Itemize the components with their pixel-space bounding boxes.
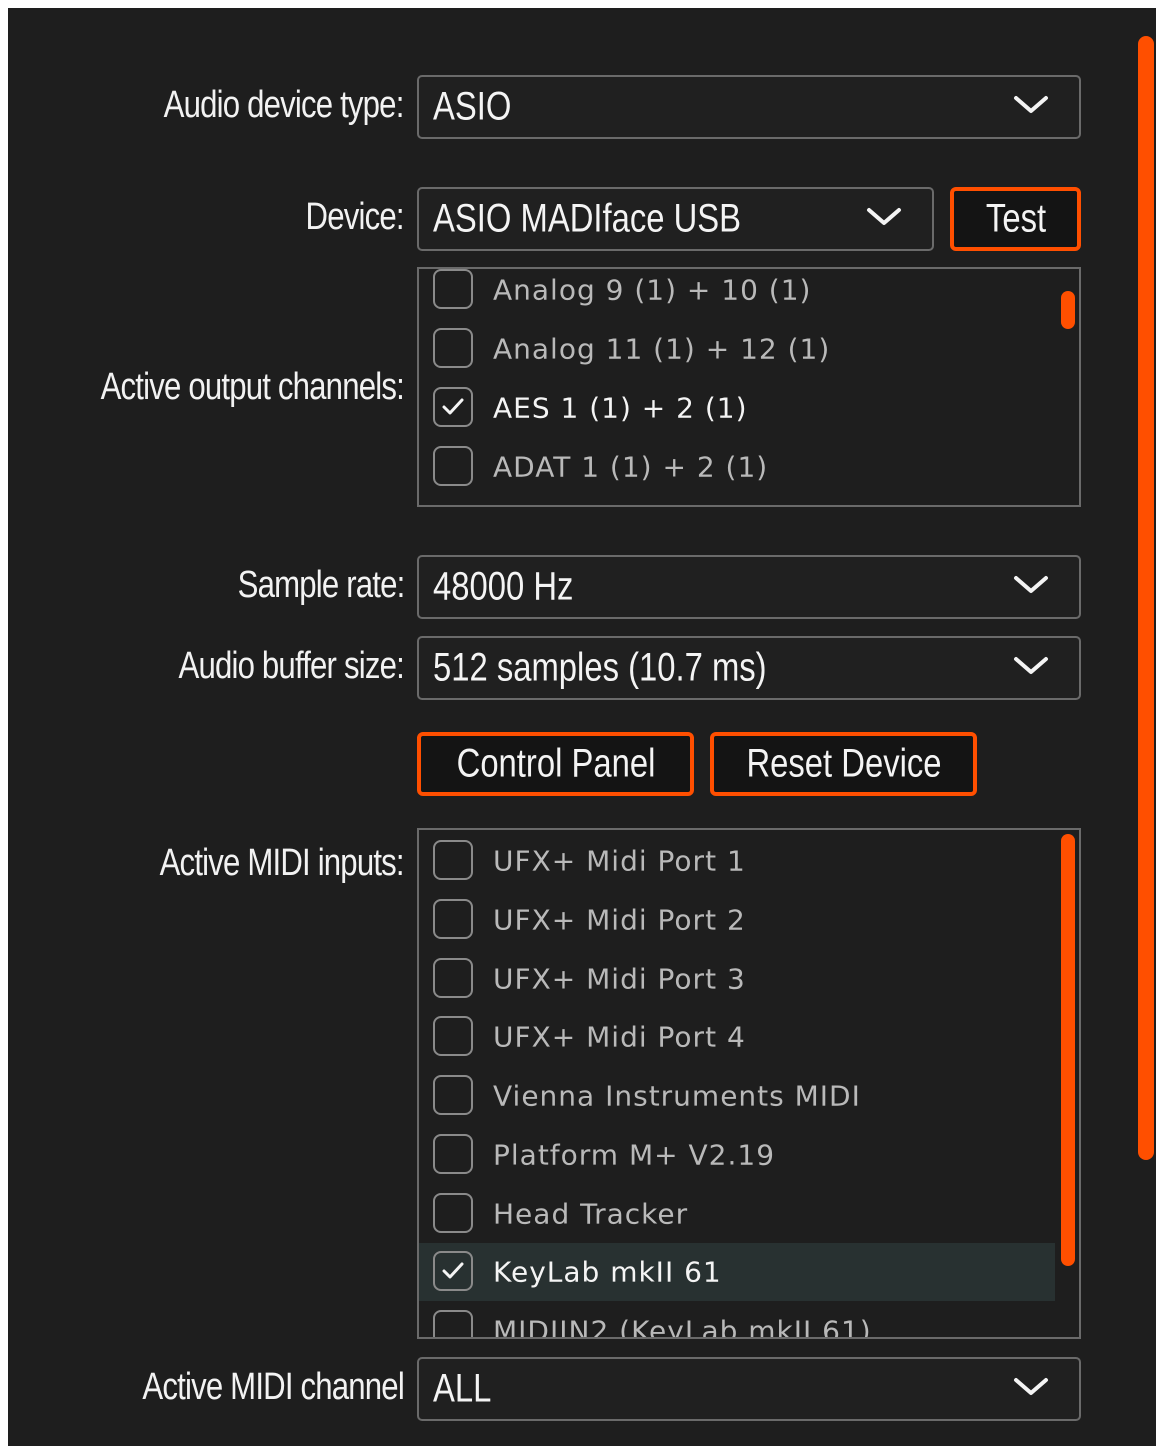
checkbox[interactable] [433, 1193, 473, 1233]
midi-channel-value: ALL [433, 1366, 492, 1411]
output-channels-scrollbar[interactable] [1061, 291, 1075, 329]
checkbox[interactable] [433, 958, 473, 998]
list-item[interactable]: UFX+ Midi Port 3 [419, 950, 1055, 1008]
buffer-size-dropdown[interactable]: 512 samples (10.7 ms) [417, 636, 1081, 700]
list-item-label: Platform M+ V2.19 [493, 1138, 776, 1172]
list-item[interactable]: ADAT 1 (1) + 2 (1) [419, 438, 1055, 496]
checkbox[interactable] [433, 1134, 473, 1174]
checkbox[interactable] [433, 1251, 473, 1291]
buffer-size-label: Audio buffer size: [178, 645, 405, 687]
sample-rate-value: 48000 Hz [433, 564, 574, 609]
checkbox[interactable] [433, 1075, 473, 1115]
chevron-down-icon [1014, 657, 1048, 674]
window-scrollbar[interactable] [1138, 36, 1154, 1160]
checkbox[interactable] [433, 446, 473, 486]
list-item-selected[interactable]: KeyLab mkII 61 [419, 1243, 1055, 1301]
list-item-label: Head Tracker [493, 1197, 689, 1231]
list-item-label: UFX+ Midi Port 3 [493, 962, 746, 996]
device-label: Device: [305, 196, 405, 238]
audio-device-type-dropdown[interactable]: ASIO [417, 75, 1081, 139]
list-item-label: Analog 11 (1) + 12 (1) [493, 332, 831, 366]
chevron-down-icon [1014, 576, 1048, 593]
list-item[interactable]: Vienna Instruments MIDI [419, 1067, 1055, 1125]
buffer-size-value: 512 samples (10.7 ms) [433, 645, 767, 690]
list-item[interactable]: Analog 11 (1) + 12 (1) [419, 320, 1055, 378]
list-item[interactable]: Platform M+ V2.19 [419, 1126, 1055, 1184]
midi-inputs-scrollbar[interactable] [1061, 834, 1075, 1266]
sample-rate-dropdown[interactable]: 48000 Hz [417, 555, 1081, 619]
list-item-label: UFX+ Midi Port 4 [493, 1020, 746, 1054]
midi-channel-dropdown[interactable]: ALL [417, 1357, 1081, 1421]
device-dropdown[interactable]: ASIO MADIface USB [417, 187, 934, 251]
test-button[interactable]: Test [950, 187, 1081, 251]
chevron-down-icon [1014, 1378, 1048, 1395]
output-channels-label: Active output channels: [100, 366, 405, 408]
reset-device-button[interactable]: Reset Device [710, 732, 977, 796]
list-item[interactable]: Analog 9 (1) + 10 (1) [419, 269, 1055, 319]
list-item[interactable]: UFX+ Midi Port 4 [419, 1008, 1055, 1066]
test-button-label: Test [985, 196, 1046, 241]
checkmark-icon [442, 1262, 464, 1279]
midi-channel-label: Active MIDI channel [142, 1366, 404, 1408]
chevron-down-icon [867, 208, 901, 225]
list-item-label: UFX+ Midi Port 2 [493, 903, 746, 937]
checkmark-icon [442, 398, 464, 415]
checkbox[interactable] [433, 328, 473, 368]
checkbox [433, 505, 473, 507]
sample-rate-label: Sample rate: [237, 564, 405, 606]
midi-inputs-label: Active MIDI inputs: [159, 842, 405, 884]
checkbox[interactable] [433, 269, 473, 309]
chevron-down-icon [1014, 96, 1048, 113]
audio-device-type-label: Audio device type: [164, 84, 405, 126]
checkbox[interactable] [433, 840, 473, 880]
list-item[interactable]: UFX+ Midi Port 1 [419, 832, 1055, 890]
control-panel-button[interactable]: Control Panel [417, 732, 694, 796]
audio-device-type-value: ASIO [433, 84, 512, 129]
list-item-label: ADAT 1 (1) + 2 (1) [493, 450, 769, 484]
list-item-label: KeyLab mkII 61 [493, 1255, 722, 1289]
list-item[interactable]: Head Tracker [419, 1185, 1055, 1243]
list-item-label: AES 1 (1) + 2 (1) [493, 391, 748, 425]
device-value: ASIO MADIface USB [433, 196, 742, 241]
checkbox[interactable] [433, 387, 473, 427]
reset-device-button-label: Reset Device [745, 741, 942, 786]
list-item-label: MIDIIN2 (KeyLab mkII 61) [493, 1314, 872, 1339]
list-item-label: Vienna Instruments MIDI [493, 1079, 861, 1113]
control-panel-button-label: Control Panel [456, 741, 655, 786]
list-item[interactable]: MIDIIN2 (KeyLab mkII 61) [419, 1302, 1055, 1339]
list-item-partial [419, 497, 1055, 507]
midi-inputs-list[interactable]: UFX+ Midi Port 1 UFX+ Midi Port 2 UFX+ M… [417, 828, 1081, 1339]
checkbox[interactable] [433, 899, 473, 939]
list-item-label: UFX+ Midi Port 1 [493, 844, 746, 878]
output-channels-list[interactable]: Analog 9 (1) + 10 (1) Analog 11 (1) + 12… [417, 267, 1081, 507]
list-item[interactable]: UFX+ Midi Port 2 [419, 891, 1055, 949]
list-item-label: Analog 9 (1) + 10 (1) [493, 273, 812, 307]
checkbox[interactable] [433, 1016, 473, 1056]
list-item[interactable]: AES 1 (1) + 2 (1) [419, 379, 1055, 437]
checkbox[interactable] [433, 1310, 473, 1337]
